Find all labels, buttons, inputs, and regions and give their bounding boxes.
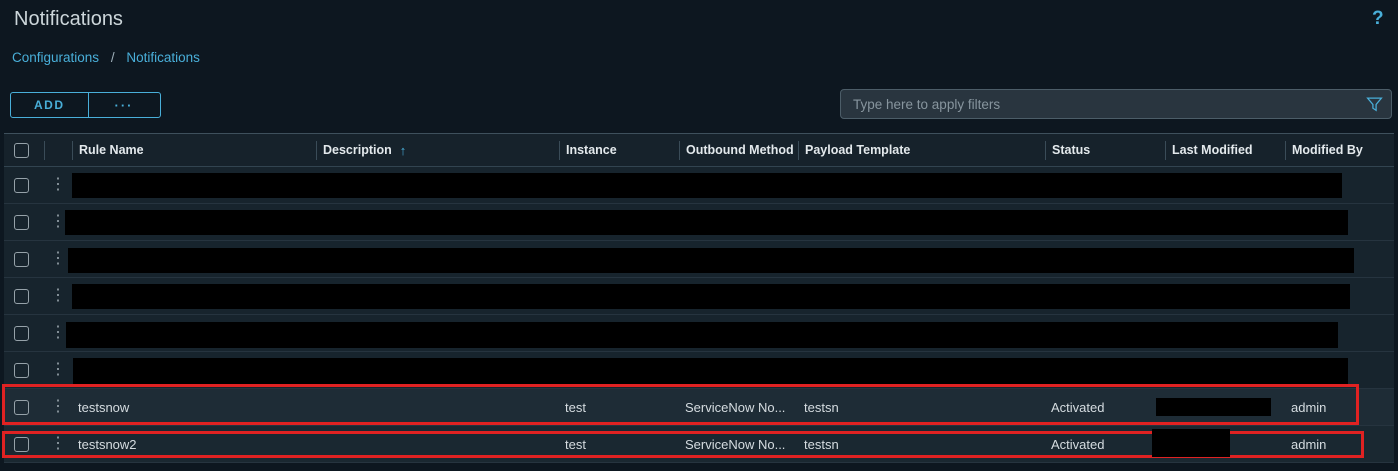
sort-ascending-icon: ↑ xyxy=(399,142,407,158)
redacted-row-content xyxy=(68,248,1354,273)
row-checkbox[interactable] xyxy=(14,214,29,230)
redacted-row-content xyxy=(73,358,1348,384)
select-all-checkbox[interactable] xyxy=(14,142,29,158)
breadcrumb-link-configurations[interactable]: Configurations xyxy=(12,50,99,65)
column-header-instance[interactable]: Instance xyxy=(559,140,679,160)
table-row-testsnow[interactable]: ⋮ testsnow test ServiceNow No... testsn … xyxy=(4,389,1394,426)
table-row-redacted[interactable]: ⋮ xyxy=(4,241,1394,278)
column-header-description[interactable]: Description ↑ xyxy=(316,140,559,160)
table-row-redacted[interactable]: ⋮ xyxy=(4,352,1394,389)
column-header-label: Description xyxy=(323,143,392,157)
column-header-rule-name[interactable]: Rule Name xyxy=(72,140,316,160)
add-button[interactable]: ADD xyxy=(10,92,89,118)
filter-box xyxy=(840,89,1392,119)
kebab-menu-icon[interactable]: ⋮ xyxy=(44,177,72,193)
cell-rule-name: testsnow xyxy=(78,399,130,415)
cell-modified-by: admin xyxy=(1291,399,1327,415)
table-row-redacted[interactable]: ⋮ xyxy=(4,204,1394,241)
kebab-column-header xyxy=(44,140,72,160)
redacted-row-content xyxy=(66,322,1338,348)
row-checkbox[interactable] xyxy=(14,177,29,193)
row-checkbox[interactable] xyxy=(14,288,29,304)
redacted-last-modified xyxy=(1156,398,1271,416)
cell-outbound-method: ServiceNow No... xyxy=(685,436,786,452)
cell-payload-template: testsn xyxy=(804,399,839,415)
cell-rule-name: testsnow2 xyxy=(78,436,137,452)
column-header-last-modified[interactable]: Last Modified xyxy=(1165,140,1285,160)
help-icon[interactable]: ? xyxy=(1372,8,1384,30)
cell-modified-by: admin xyxy=(1291,436,1327,452)
row-checkbox[interactable] xyxy=(14,362,29,378)
breadcrumb-link-notifications[interactable]: Notifications xyxy=(126,50,200,65)
row-checkbox[interactable] xyxy=(14,436,29,452)
cell-instance: test xyxy=(565,436,586,452)
kebab-menu-icon[interactable]: ⋮ xyxy=(44,288,72,304)
column-header-payload-template[interactable]: Payload Template xyxy=(798,140,1045,160)
column-header-modified-by[interactable]: Modified By xyxy=(1285,140,1394,160)
table-header-row: Rule Name Description ↑ Instance Outboun… xyxy=(4,134,1394,167)
cell-status: Activated xyxy=(1051,399,1105,415)
table-row-testsnow2[interactable]: ⋮ testsnow2 test ServiceNow No... testsn… xyxy=(4,426,1394,463)
table-row-redacted[interactable]: ⋮ xyxy=(4,278,1394,315)
redacted-last-modified xyxy=(1152,429,1230,457)
redacted-row-content xyxy=(72,284,1350,309)
redacted-row-content xyxy=(72,173,1342,198)
table-row-redacted[interactable]: ⋮ xyxy=(4,315,1394,352)
more-actions-button[interactable]: ··· xyxy=(87,92,161,118)
toolbar-button-group: ADD ··· xyxy=(10,92,161,118)
breadcrumb: Configurations / Notifications xyxy=(12,50,200,65)
kebab-menu-icon[interactable]: ⋮ xyxy=(44,362,72,378)
column-header-outbound-method[interactable]: Outbound Method xyxy=(679,140,798,160)
column-header-status[interactable]: Status xyxy=(1045,140,1165,160)
cell-payload-template: testsn xyxy=(804,436,839,452)
table-row-redacted[interactable]: ⋮ xyxy=(4,167,1394,204)
row-checkbox[interactable] xyxy=(14,325,29,341)
breadcrumb-separator: / xyxy=(110,50,115,65)
row-checkbox[interactable] xyxy=(14,399,29,415)
cell-instance: test xyxy=(565,399,586,415)
redacted-row-content xyxy=(65,210,1348,235)
notifications-table: Rule Name Description ↑ Instance Outboun… xyxy=(4,133,1394,463)
cell-status: Activated xyxy=(1051,436,1105,452)
filter-input[interactable] xyxy=(841,96,1357,112)
cell-outbound-method: ServiceNow No... xyxy=(685,399,786,415)
page-title: Notifications xyxy=(14,8,123,30)
kebab-menu-icon[interactable]: ⋮ xyxy=(44,399,72,415)
row-checkbox[interactable] xyxy=(14,251,29,267)
filter-funnel-icon[interactable] xyxy=(1357,90,1391,118)
kebab-menu-icon[interactable]: ⋮ xyxy=(44,436,72,452)
